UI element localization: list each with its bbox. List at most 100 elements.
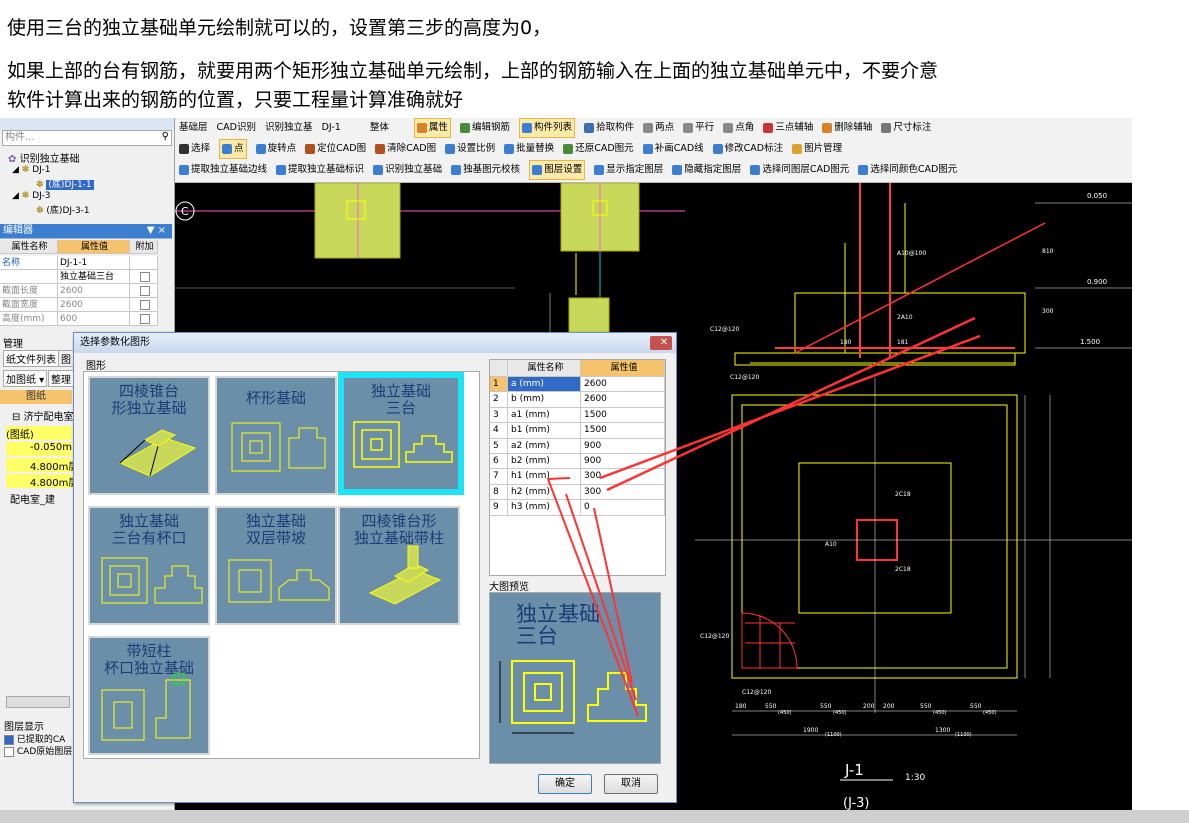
locate-cad-button[interactable]: 定位CAD图	[305, 140, 366, 158]
prop-value[interactable]: 2600	[58, 298, 130, 312]
prop-value[interactable]: 独立基础三台	[58, 270, 130, 284]
batch-replace-button[interactable]: 批量替换	[504, 140, 554, 158]
prop-value[interactable]: 600	[58, 312, 130, 326]
extract-edge-button[interactable]: 提取独立基础边线	[179, 161, 267, 179]
cancel-button[interactable]: 取消	[604, 774, 658, 794]
shape-thumb-cup[interactable]: 杯形基础	[215, 376, 337, 495]
set-scale-button[interactable]: 设置比例	[445, 140, 495, 158]
shape-thumb-double-slope[interactable]: 独立基础 双层带坡	[215, 506, 337, 625]
param-row[interactable]: 8 h2 (mm) 300	[490, 484, 665, 501]
param-value[interactable]: 1500	[581, 423, 665, 439]
cad-recognize-menu[interactable]: CAD识别	[217, 119, 256, 137]
prop-value[interactable]: 2600	[58, 284, 130, 298]
scale-label: 1:30	[905, 773, 925, 783]
param-row[interactable]: 4 b1 (mm) 1500	[490, 423, 665, 439]
floor-item[interactable]: 4.800m层	[6, 458, 78, 473]
check-elements-button[interactable]: 独基图元校核	[451, 161, 520, 179]
param-value[interactable]: 900	[581, 438, 665, 454]
shape-thumb-short-column-cup[interactable]: 带短柱 杯口独立基础	[88, 636, 210, 755]
scope-select[interactable]: 整体	[370, 119, 389, 137]
show-layer-button[interactable]: 显示指定图层	[594, 161, 663, 179]
expand-icon[interactable]: ◢	[12, 191, 19, 201]
extract-mark-button[interactable]: 提取独立基础标识	[276, 161, 364, 179]
search-input[interactable]: 构件...	[3, 132, 35, 143]
edit-rebar-button[interactable]: 编辑钢筋	[459, 119, 510, 137]
param-value[interactable]: 0	[581, 500, 665, 516]
three-point-axis-button[interactable]: 三点辅轴	[763, 119, 813, 137]
prop-extra-checkbox[interactable]	[130, 270, 158, 284]
prop-extra-checkbox[interactable]	[130, 298, 158, 312]
dimension-button[interactable]: 尺寸标注	[881, 119, 931, 137]
layer-option-original[interactable]: CAD原始图层	[4, 744, 72, 757]
select-button[interactable]: 选择	[179, 140, 210, 158]
rotate-point-button[interactable]: 旋转点	[255, 140, 296, 158]
point-button[interactable]: 点	[219, 139, 247, 159]
image-manage-button[interactable]: 图片管理	[792, 140, 842, 158]
param-row[interactable]: 7 h1 (mm) 300	[490, 469, 665, 485]
clear-cad-button[interactable]: 清除CAD图	[375, 140, 436, 158]
delete-axis-button[interactable]: 删除辅轴	[822, 119, 872, 137]
parallel-button[interactable]: 平行	[683, 119, 714, 137]
floor-item[interactable]: -0.050m	[6, 442, 72, 456]
shape-thumb-pyramid-column[interactable]: 四棱锥台形 独立基础带柱	[338, 506, 460, 625]
tree-item-dj1-1[interactable]: ✽ (底)DJ-1-1	[36, 177, 94, 190]
select-same-color-button[interactable]: 选择同颜色CAD图元	[858, 161, 957, 179]
param-row[interactable]: 6 b2 (mm) 900	[490, 454, 665, 470]
component-search[interactable]: 构件... ⚲	[2, 130, 172, 146]
select-same-layer-button[interactable]: 选择同图层CAD图元	[750, 161, 849, 179]
shape-thumb-pyramid[interactable]: 四棱锥台 形独立基础	[88, 376, 210, 495]
shape-thumb-three-step[interactable]: 独立基础 三台	[338, 372, 464, 495]
expand-icon[interactable]: ◢	[12, 165, 19, 175]
param-name: a2 (mm)	[508, 438, 581, 454]
component-list-button[interactable]: 构件列表	[519, 118, 576, 138]
param-value[interactable]: 900	[581, 454, 665, 470]
layer-settings-button[interactable]: 图层设置	[529, 160, 586, 180]
prop-value[interactable]: DJ-1-1	[58, 256, 130, 270]
param-row[interactable]: 3 a1 (mm) 1500	[490, 407, 665, 424]
prop-extra-checkbox[interactable]	[130, 284, 158, 298]
tab-drawing-list[interactable]: 纸文件列表	[3, 350, 59, 367]
close-button[interactable]: ✕	[650, 336, 672, 350]
point-angle-button[interactable]: 点角	[723, 119, 754, 137]
param-value[interactable]: 2600	[581, 392, 665, 408]
hide-layer-button[interactable]: 隐藏指定图层	[672, 161, 741, 179]
floor-item[interactable]: 配电室_建	[10, 491, 55, 506]
tab-other[interactable]: 图	[58, 350, 74, 367]
param-row[interactable]: 1 a (mm) 2600	[490, 377, 665, 393]
param-value[interactable]: 1500	[581, 407, 665, 424]
draw-cad-line-button[interactable]: 补画CAD线	[642, 140, 704, 158]
restore-cad-button[interactable]: 还原CAD图元	[563, 140, 634, 158]
shape-thumb-three-step-cup[interactable]: 独立基础 三台有杯口	[88, 506, 210, 625]
search-icon[interactable]: ⚲	[162, 131, 169, 142]
modify-annotation-button[interactable]: 修改CAD标注	[712, 140, 783, 158]
tree-item-dj1[interactable]: ◢ ✽ DJ-1	[12, 165, 50, 175]
floor-item[interactable]: ⊟ 济宁配电室	[12, 408, 74, 423]
tree-item-dj3[interactable]: ◢ ✽ DJ-3	[12, 191, 50, 201]
properties-button[interactable]: 属性	[413, 118, 451, 138]
horizontal-scrollbar[interactable]	[6, 696, 70, 708]
recognize-foundation-menu[interactable]: 识别独立基	[265, 119, 313, 137]
param-row[interactable]: 9 h3 (mm) 0	[490, 500, 665, 516]
tree-item-dj3-1[interactable]: ✽ (底)DJ-3-1	[36, 203, 90, 216]
two-point-button[interactable]: 两点	[643, 119, 674, 137]
component-select[interactable]: DJ-1	[322, 119, 341, 137]
organize-button[interactable]: 整理	[48, 370, 74, 387]
param-value[interactable]: 300	[581, 469, 665, 485]
param-row[interactable]: 5 a2 (mm) 900	[490, 438, 665, 454]
param-value[interactable]: 2600	[581, 377, 665, 393]
pin-close-icon[interactable]: ▼ ×	[147, 224, 166, 238]
tree-root[interactable]: ✿ 识别独立基础	[8, 150, 80, 165]
param-value[interactable]: 300	[581, 484, 665, 501]
prop-extra-checkbox[interactable]	[130, 312, 158, 326]
param-row[interactable]: 2 b (mm) 2600	[490, 392, 665, 408]
floor-select[interactable]: 基础层	[179, 119, 208, 137]
ok-button[interactable]: 确定	[538, 774, 592, 794]
floor-item[interactable]: (图纸)	[6, 426, 72, 441]
add-drawing-button[interactable]: 加图纸 ▾	[3, 370, 48, 387]
floor-item[interactable]: 4.800m层	[6, 474, 78, 489]
component-list-label: 构件列表	[534, 122, 573, 133]
caption-line-3: 软件计算出来的钢筋的位置，只要工程量计算准确就好	[7, 89, 464, 111]
dialog-title-bar[interactable]: 选择参数化图形 ✕	[74, 333, 676, 353]
recognize-foundation-button[interactable]: 识别独立基础	[373, 161, 442, 179]
pick-component-button[interactable]: 拾取构件	[584, 119, 634, 137]
